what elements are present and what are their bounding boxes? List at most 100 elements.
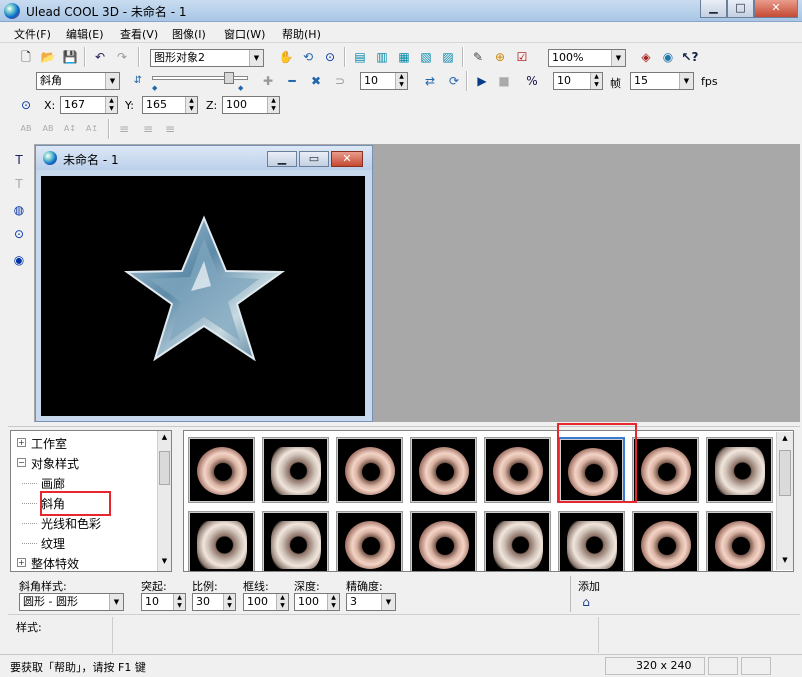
new-icon[interactable]: 🗋	[16, 47, 36, 67]
scale-spin[interactable]: 30 ▲ ▼	[192, 593, 236, 611]
frame-spin[interactable]: 10 ▲ ▼	[360, 72, 408, 90]
object-combo[interactable]: 图形对象2 ▼	[150, 49, 264, 67]
frame-line-spin[interactable]: 100 ▲ ▼	[243, 593, 289, 611]
depth-spin[interactable]: 100 ▲ ▼	[294, 593, 340, 611]
gallery-thumb[interactable]	[484, 511, 551, 571]
spin-arrows-icon[interactable]: ▲ ▼	[173, 594, 185, 610]
effect-combo[interactable]: 斜角 ▼	[36, 72, 120, 90]
rotate-icon[interactable]: ⟲	[298, 47, 318, 67]
menu-image[interactable]: 图像(I)	[172, 26, 206, 42]
edit-text-icon[interactable]: T	[9, 174, 29, 194]
fps-combo[interactable]: 15 ▼	[630, 72, 694, 90]
gallery-thumb[interactable]	[262, 437, 329, 503]
tree-item[interactable]: 画廊	[41, 475, 65, 492]
gallery-thumb[interactable]	[336, 511, 403, 571]
swap-icon[interactable]: ⇄	[420, 71, 440, 91]
tree-item[interactable]: 对象样式	[31, 455, 79, 472]
gallery-thumb[interactable]	[484, 437, 551, 503]
tree-toggle-icon[interactable]: −	[17, 458, 26, 467]
render-canvas[interactable]	[41, 176, 365, 416]
z-spin[interactable]: 100 ▲ ▼	[222, 96, 280, 114]
spin-arrows-icon[interactable]: ▲ ▼	[185, 97, 197, 113]
view-layout-icon[interactable]: ▨	[438, 47, 458, 67]
open-icon[interactable]: 📂	[38, 47, 58, 67]
check-icon[interactable]: ☑	[512, 47, 532, 67]
menu-help[interactable]: 帮助(H)	[282, 26, 321, 42]
star-object[interactable]	[41, 176, 365, 416]
move-object-icon[interactable]: ⊙	[16, 95, 36, 115]
text-baseline-icon[interactable]: A↥	[82, 119, 102, 139]
stop-icon[interactable]: ■	[494, 71, 514, 91]
loop-icon[interactable]: ⊃	[330, 71, 350, 91]
gallery-thumb[interactable]	[706, 511, 773, 571]
brush-icon[interactable]: ✎	[468, 47, 488, 67]
tree-item[interactable]: 整体特效	[31, 555, 79, 572]
protrude-spin[interactable]: 10 ▲ ▼	[141, 593, 186, 611]
scroll-down-icon[interactable]: ▼	[159, 557, 170, 567]
play-icon[interactable]: ▶	[472, 71, 492, 91]
tree-scroll-thumb[interactable]	[159, 451, 170, 485]
timeline-thumb[interactable]	[224, 72, 234, 84]
align-left-icon[interactable]: ≡	[114, 119, 134, 139]
save-icon[interactable]: 💾	[60, 47, 80, 67]
spin-arrows-icon[interactable]: ▲ ▼	[327, 594, 339, 610]
scroll-up-icon[interactable]: ▲	[159, 433, 170, 443]
spin-arrows-icon[interactable]: ▲ ▼	[276, 594, 288, 610]
web-icon[interactable]: ◉	[658, 47, 678, 67]
remove-keyframe-icon[interactable]: ━	[282, 71, 302, 91]
export-icon[interactable]: ◈	[636, 47, 656, 67]
minimize-button[interactable]: ▁	[700, 0, 727, 18]
gallery-thumb[interactable]	[188, 511, 255, 571]
gallery-thumb[interactable]	[410, 511, 477, 571]
gallery-thumb[interactable]	[706, 437, 773, 503]
gallery-thumb[interactable]	[632, 511, 699, 571]
bevel-style-combo[interactable]: 圆形 - 圆形 ▼	[19, 593, 124, 611]
spin-arrows-icon[interactable]: ▲ ▼	[223, 594, 235, 610]
text-spacing-icon[interactable]: AB	[16, 119, 36, 139]
zoom-icon[interactable]: ⊙	[320, 47, 340, 67]
percent-icon[interactable]: %	[522, 71, 542, 91]
maximize-button[interactable]: □	[727, 0, 754, 18]
gallery-thumb[interactable]	[558, 511, 625, 571]
spin-arrows-icon[interactable]: ▲ ▼	[267, 97, 279, 113]
spin-arrows-icon[interactable]: ▲ ▼	[105, 97, 117, 113]
spin-arrows-icon[interactable]: ▲ ▼	[590, 73, 602, 89]
hand-icon[interactable]: ✋	[276, 47, 296, 67]
view-perspective-icon[interactable]: ▧	[416, 47, 436, 67]
text-vertical-icon[interactable]: A↕	[60, 119, 80, 139]
zoom-combo[interactable]: 100% ▼	[548, 49, 626, 67]
tree-toggle-icon[interactable]: +	[17, 438, 26, 447]
gallery-scrollbar[interactable]: ▲ ▼	[776, 432, 793, 570]
menu-edit[interactable]: 编辑(E)	[66, 26, 104, 42]
frame-count-spin[interactable]: 10 ▲ ▼	[553, 72, 603, 90]
text-kerning-icon[interactable]: AB	[38, 119, 58, 139]
close-button[interactable]: ✕	[754, 0, 798, 18]
view-front-icon[interactable]: ▤	[350, 47, 370, 67]
align-center-icon[interactable]: ≡	[138, 119, 158, 139]
redo-icon[interactable]: ↷	[112, 47, 132, 67]
gallery-scroll-thumb[interactable]	[779, 450, 791, 496]
timeline-slider[interactable]: ◆ ◆	[152, 72, 248, 92]
select-object-icon[interactable]: ⊙	[9, 224, 29, 244]
view-top-icon[interactable]: ▥	[372, 47, 392, 67]
menu-view[interactable]: 查看(V)	[120, 26, 158, 42]
insert-text-icon[interactable]: T	[9, 150, 29, 170]
undo-icon[interactable]: ↶	[90, 47, 110, 67]
doc-maximize-button[interactable]: ▭	[299, 151, 329, 167]
tree-item[interactable]: 纹理	[41, 535, 65, 552]
keyframe-arrows-icon[interactable]: ⇵	[128, 71, 148, 91]
view-side-icon[interactable]: ▦	[394, 47, 414, 67]
tree-toggle-icon[interactable]: +	[17, 558, 26, 567]
doc-minimize-button[interactable]: ▁	[267, 151, 297, 167]
scroll-up-icon[interactable]: ▲	[779, 434, 791, 446]
tree-item[interactable]: 光线和色彩	[41, 515, 101, 532]
gallery-thumb[interactable]	[410, 437, 477, 503]
globe-icon[interactable]: ⊕	[490, 47, 510, 67]
precision-combo[interactable]: 3 ▼	[346, 593, 396, 611]
spin-arrows-icon[interactable]: ▲ ▼	[395, 73, 407, 89]
composite-icon[interactable]: ◉	[9, 250, 29, 270]
gallery-thumb[interactable]	[188, 437, 255, 503]
doc-close-button[interactable]: ✕	[331, 151, 363, 167]
insert-object-icon[interactable]: ◍	[9, 200, 29, 220]
document-window[interactable]: 未命名 - 1 ▁ ▭ ✕	[35, 145, 373, 422]
